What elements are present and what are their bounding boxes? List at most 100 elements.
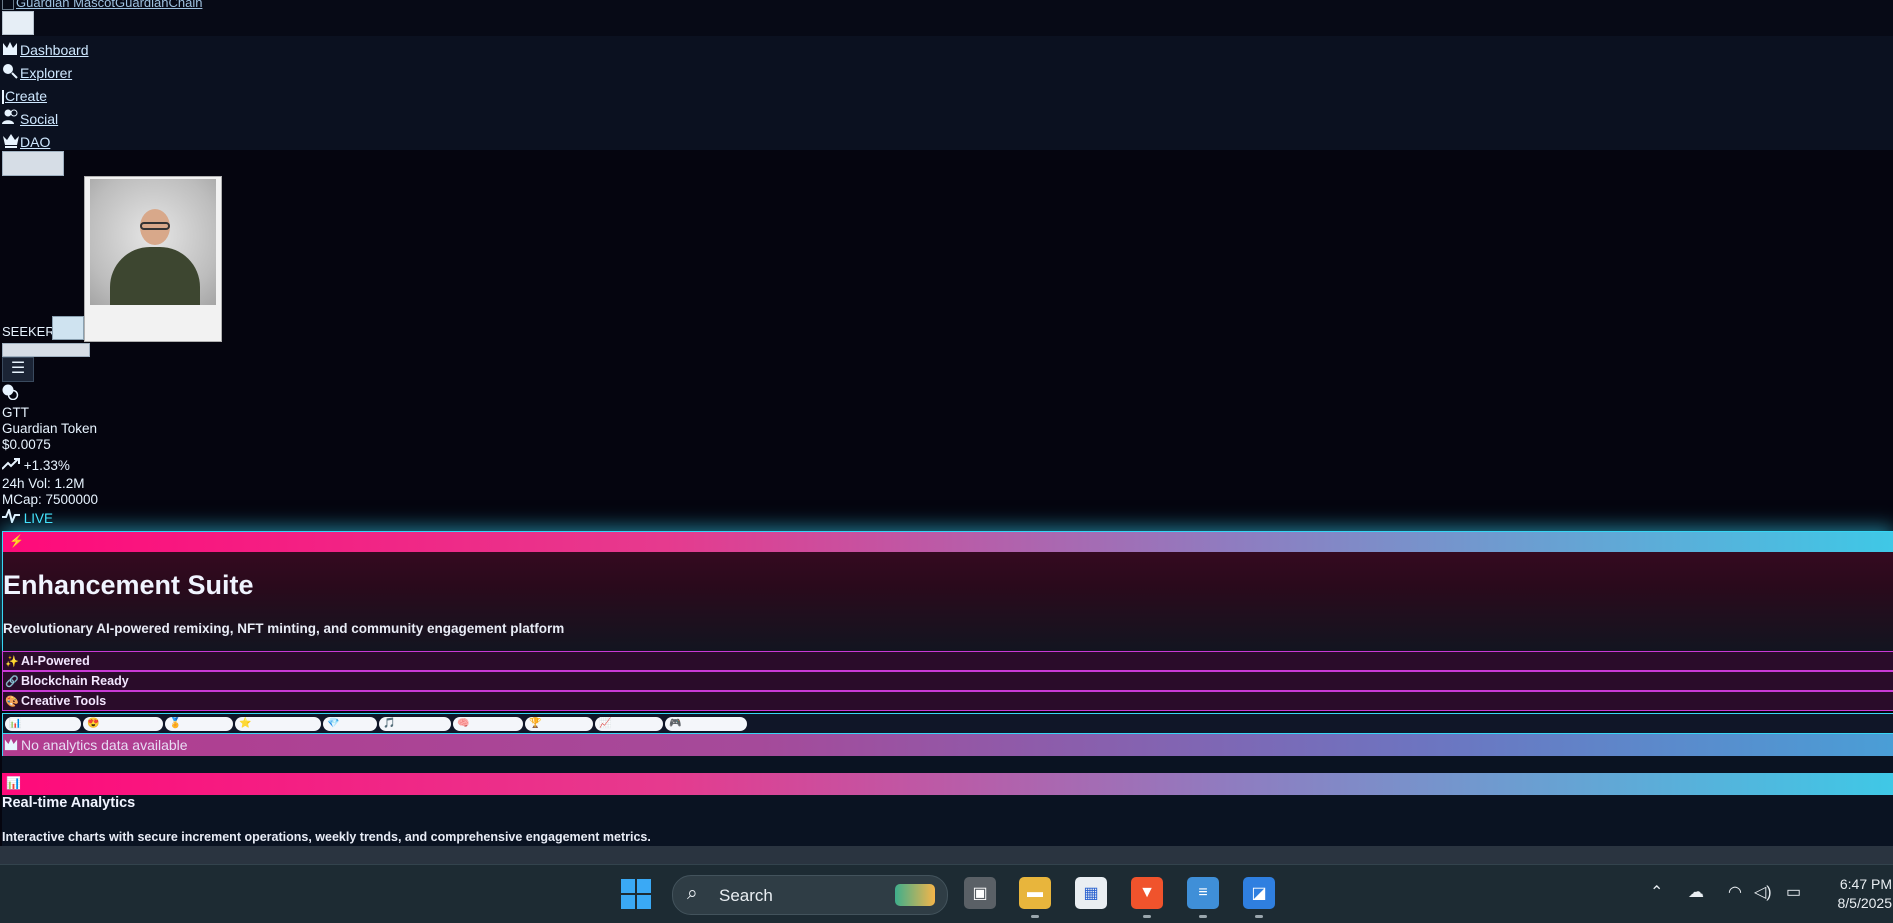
- brand-link[interactable]: Guardian MascotGuardianChain: [2, 0, 202, 10]
- brand-text: Guardian MascotGuardianChain: [16, 0, 203, 10]
- running-indicator: [1255, 915, 1263, 918]
- token-mcap: MCap: 7500000: [2, 492, 99, 507]
- tab-trends[interactable]: 📈: [595, 717, 663, 731]
- chart-icon: [3, 737, 21, 754]
- tab-badges[interactable]: 🏅: [165, 717, 233, 731]
- connect-button[interactable]: [2, 151, 64, 176]
- feature-badge-blockchain: 🔗 Blockchain Ready: [2, 671, 1893, 691]
- gamepad-icon: 🎮: [669, 718, 682, 729]
- profile-action-button[interactable]: [2, 343, 90, 357]
- nav-item-dashboard[interactable]: Dashboard: [2, 40, 89, 58]
- nav-link-create[interactable]: Create: [5, 88, 47, 104]
- trending-icon: 📈: [599, 718, 612, 729]
- top-bar: Guardian MascotGuardianChain: [0, 0, 1893, 36]
- analytics-section: 📊 Real-time Analytics Interactive charts…: [2, 756, 1893, 846]
- volume-icon[interactable]: ◁): [1754, 882, 1772, 902]
- search-highlight-icon: [895, 884, 935, 906]
- hamburger-menu-button[interactable]: ☰: [2, 357, 34, 382]
- battery-icon[interactable]: ▭: [1786, 882, 1801, 902]
- tab-favorites[interactable]: ⭐: [235, 717, 321, 731]
- page-title: Enhancement Suite: [3, 570, 254, 600]
- page-subtitle: Revolutionary AI-powered remixing, NFT m…: [3, 621, 565, 636]
- chart-icon: [2, 40, 20, 58]
- tab-ai[interactable]: 🧠: [453, 717, 523, 731]
- chevron-up-icon[interactable]: ⌃: [1650, 882, 1663, 902]
- heart-eyes-icon: 😍: [87, 718, 100, 729]
- music-icon: 🎵: [383, 718, 396, 729]
- photos-icon[interactable]: ◪: [1243, 877, 1275, 909]
- token-change: +1.33%: [1, 458, 70, 473]
- token-change-value: +1.33%: [23, 458, 70, 473]
- tab-achievements[interactable]: 🏆: [525, 717, 593, 731]
- lightning-icon: ⚡: [9, 534, 24, 548]
- clock-date: 8/5/2025: [1837, 895, 1893, 911]
- activity-icon: [2, 506, 24, 526]
- tab-music[interactable]: 🎵: [379, 717, 451, 731]
- palette-icon: 🎨: [5, 695, 19, 708]
- nav-link-social[interactable]: Social: [20, 111, 58, 127]
- profile-card[interactable]: [84, 176, 222, 342]
- live-indicator: LIVE: [2, 506, 53, 526]
- running-indicator: [1031, 915, 1039, 918]
- brave-browser-icon[interactable]: ▼: [1131, 877, 1163, 909]
- mascot-image-icon: [2, 0, 14, 10]
- running-indicator: [1199, 915, 1207, 918]
- gem-icon: 💎: [327, 718, 340, 729]
- page-footer-strip: [0, 846, 1893, 864]
- nav-item-explorer[interactable]: Explorer: [2, 63, 72, 81]
- coins-icon: [2, 384, 20, 403]
- medal-icon: 🏅: [169, 718, 182, 729]
- search-label: Search: [719, 886, 773, 905]
- system-clock[interactable]: 6:47 PM 8/5/2025: [1816, 875, 1893, 913]
- search-icon: ⌕: [687, 883, 698, 904]
- tab-analytics[interactable]: 📊: [5, 717, 81, 731]
- header-menu-button[interactable]: [2, 11, 34, 35]
- feature-label: Creative Tools: [21, 694, 107, 708]
- crown-icon: [2, 132, 20, 150]
- tab-engagement[interactable]: 😍: [83, 717, 163, 731]
- tab-nft[interactable]: 💎: [323, 717, 377, 731]
- token-name: Guardian Token: [2, 421, 98, 436]
- star-icon: ⭐: [239, 718, 252, 729]
- nav-bar: Dashboard Explorer Create Social DAO: [0, 36, 1893, 150]
- clock-time: 6:47 PM: [1839, 876, 1892, 892]
- tab-games[interactable]: 🎮: [665, 717, 747, 731]
- store-icon[interactable]: ▦: [1075, 877, 1107, 909]
- nav-item-dao[interactable]: DAO: [2, 132, 50, 150]
- brain-icon: 🧠: [457, 718, 470, 729]
- task-view-icon[interactable]: ▣: [964, 877, 996, 909]
- users-icon: [2, 109, 20, 127]
- feature-label: Blockchain Ready: [21, 674, 129, 688]
- taskbar-search[interactable]: ⌕ Search: [672, 875, 948, 915]
- enhancement-suite-header: ⚡ Enhancement Suite Revolutionary AI-pow…: [2, 531, 1893, 653]
- nav-item-social[interactable]: Social: [2, 109, 58, 127]
- link-icon: 🔗: [5, 675, 19, 688]
- nav-item-create[interactable]: Create: [2, 86, 47, 104]
- suite-tab-list: 📊 😍 🏅 ⭐ 💎 🎵 🧠 🏆 📈 🎮: [2, 713, 1893, 735]
- file-explorer-icon[interactable]: ▬: [1019, 877, 1051, 909]
- running-indicator: [1143, 915, 1151, 918]
- bar-chart-icon: 📊: [6, 776, 21, 790]
- avatar: [90, 179, 216, 305]
- windows-start-icon[interactable]: [621, 879, 651, 909]
- sparkles-icon: ✨: [5, 655, 19, 668]
- notepad-icon[interactable]: ≡: [1187, 877, 1219, 909]
- search-icon: [2, 63, 20, 81]
- token-price: $0.0075: [2, 437, 51, 452]
- section-subtitle: Interactive charts with secure increment…: [2, 830, 651, 844]
- nav-link-dashboard[interactable]: Dashboard: [20, 42, 89, 58]
- feature-badge-ai: ✨ AI-Powered: [2, 651, 1893, 671]
- section-title: Real-time Analytics: [2, 795, 136, 811]
- nav-link-dao[interactable]: DAO: [20, 134, 50, 150]
- empty-analytics-notice: No analytics data available: [2, 733, 1893, 757]
- wifi-icon[interactable]: ◠: [1728, 882, 1742, 902]
- token-volume: 24h Vol: 1.2M: [2, 476, 85, 491]
- token-symbol: GTT: [2, 405, 29, 420]
- nav-link-explorer[interactable]: Explorer: [20, 65, 72, 81]
- feature-badge-creative: 🎨 Creative Tools: [2, 691, 1893, 711]
- onedrive-icon[interactable]: ☁: [1688, 882, 1704, 902]
- user-role: SEEKER: [2, 324, 55, 339]
- notice-text: No analytics data available: [21, 737, 188, 753]
- suite-gradient-bar: ⚡: [3, 532, 1893, 552]
- role-badge[interactable]: [52, 316, 84, 340]
